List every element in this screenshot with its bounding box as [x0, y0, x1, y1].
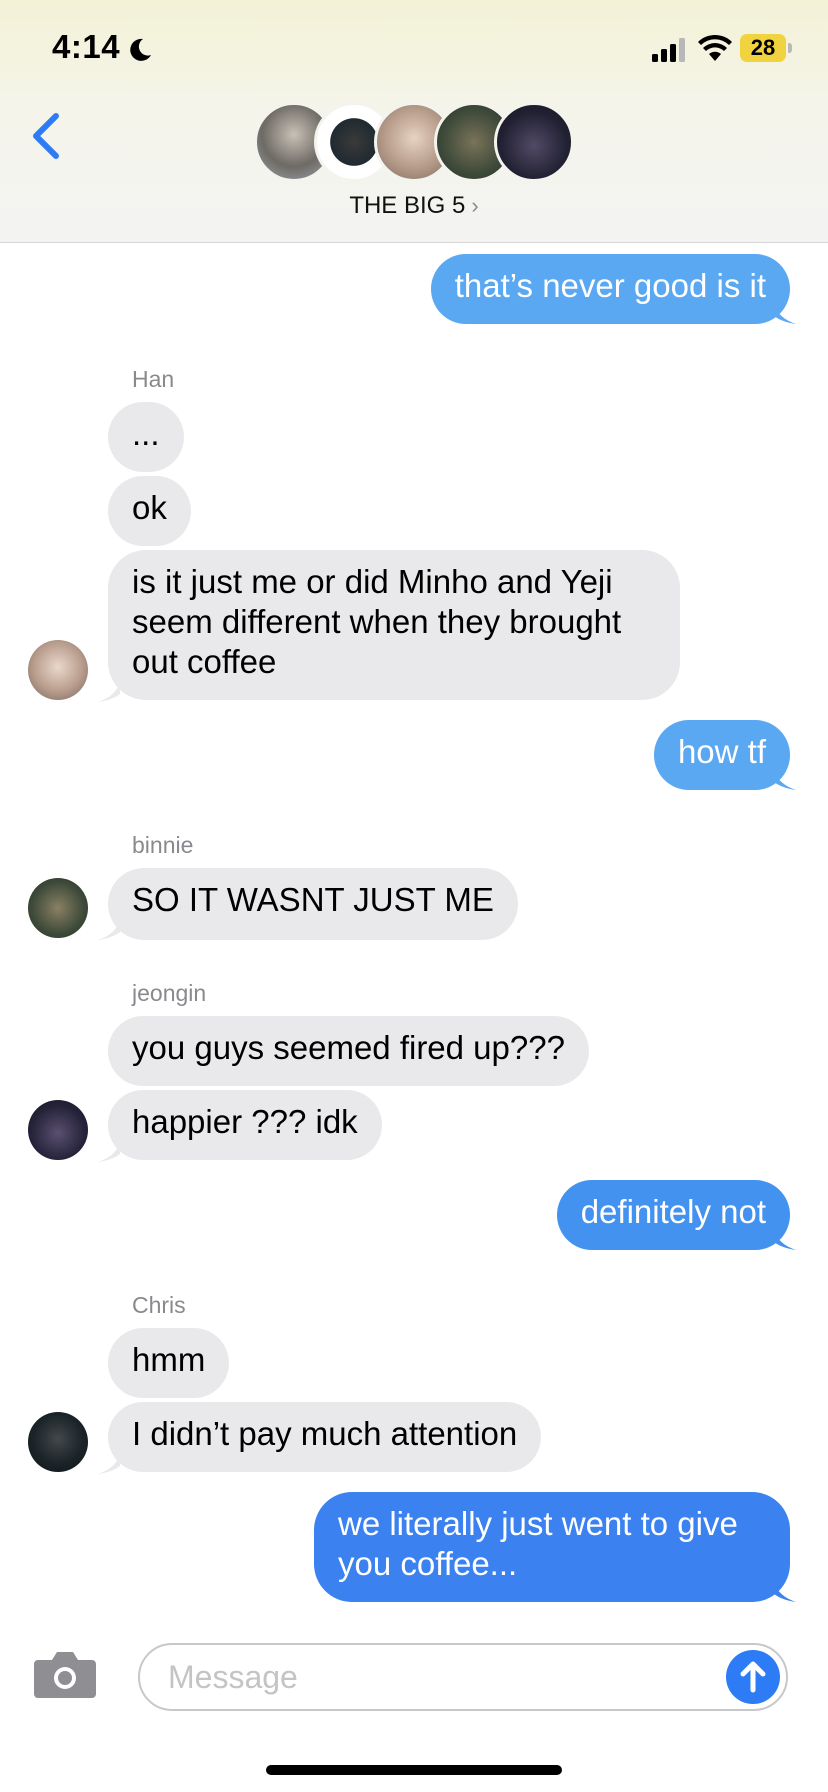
incoming-message[interactable]: I didn’t pay much attention: [108, 1402, 542, 1472]
bubble-tail: [774, 770, 796, 790]
status-time: 4:14: [52, 28, 121, 65]
bubble-tail: [774, 304, 796, 324]
bubble-tail: [98, 1142, 120, 1162]
sender-name: jeongin: [132, 980, 207, 1006]
incoming-message[interactable]: ok: [108, 476, 191, 546]
avatar: [28, 1412, 88, 1472]
sender-name: Chris: [132, 1292, 186, 1318]
moon-icon: [130, 38, 151, 61]
group-avatars[interactable]: [254, 102, 574, 184]
back-chevron-icon[interactable]: [26, 110, 66, 162]
sender-name: binnie: [132, 832, 194, 858]
group-name-label: THE BIG 5: [349, 192, 466, 219]
chevron-right-icon: ›: [471, 193, 479, 218]
incoming-message[interactable]: is it just me or did Minho and Yeji seem…: [108, 550, 680, 700]
outgoing-message[interactable]: that’s never good is it: [430, 254, 790, 324]
home-indicator[interactable]: [266, 1765, 562, 1775]
incoming-message[interactable]: ...: [108, 402, 184, 472]
message-input[interactable]: Message: [138, 1643, 788, 1711]
bubble-tail: [98, 1454, 120, 1474]
group-name[interactable]: THE BIG 5 ›: [0, 192, 828, 220]
message-placeholder: Message: [168, 1659, 298, 1695]
avatar: [494, 102, 574, 182]
incoming-message[interactable]: SO IT WASNT JUST ME: [108, 868, 518, 940]
avatar: [28, 878, 88, 938]
conversation-header: 4:14 28 THE BIG 5 ›: [0, 0, 828, 243]
avatar: [28, 1100, 88, 1160]
incoming-message[interactable]: hmm: [108, 1328, 230, 1398]
incoming-message[interactable]: you guys seemed fired up???: [108, 1016, 589, 1086]
send-arrow-icon: [740, 1661, 766, 1693]
bubble-tail: [774, 1582, 796, 1602]
incoming-message[interactable]: happier ??? idk: [108, 1090, 382, 1160]
battery-icon: 28: [740, 34, 786, 62]
bubble-tail: [774, 1230, 796, 1250]
signal-icon: [652, 38, 685, 62]
camera-icon[interactable]: [32, 1648, 98, 1700]
wifi-icon: [698, 34, 732, 61]
outgoing-message[interactable]: definitely not: [556, 1180, 790, 1250]
send-button[interactable]: [726, 1650, 780, 1704]
bubble-tail: [98, 920, 120, 940]
bubble-tail: [98, 682, 120, 702]
outgoing-message[interactable]: how tf: [653, 720, 790, 790]
outgoing-message[interactable]: we literally just went to give you coffe…: [314, 1492, 790, 1602]
sender-name: Han: [132, 366, 175, 392]
avatar: [28, 640, 88, 700]
battery-cap: [788, 43, 792, 53]
